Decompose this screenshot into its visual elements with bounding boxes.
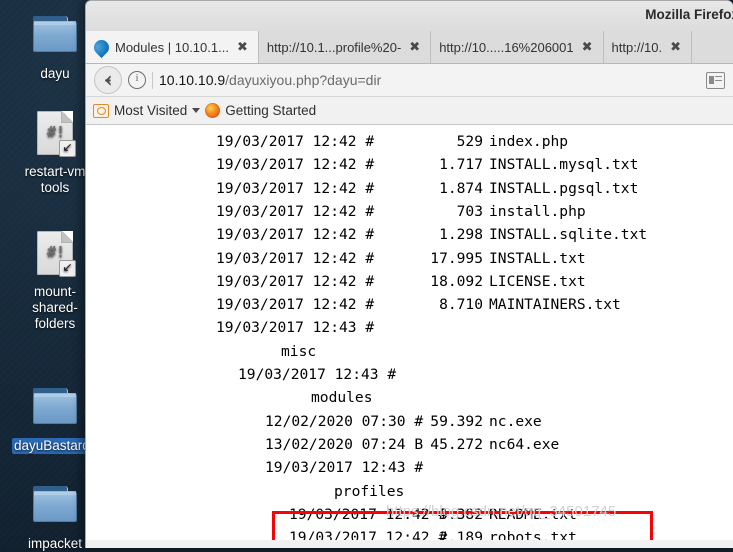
listing-timestamp-row: 19/03/2017 12:43 #	[216, 319, 375, 337]
file-name: nc.exe	[489, 412, 542, 430]
listing-timestamp-row: 19/03/2017 12:43 #	[238, 366, 397, 383]
file-size: 8.710	[439, 296, 483, 314]
file-size: 17.995	[430, 249, 483, 267]
tab-title: http://10.1...profile%20-	[266, 39, 402, 55]
file-name: install.php	[489, 202, 586, 220]
desktop-icon-label: impacket	[27, 536, 83, 551]
bookmark-folder-icon	[93, 103, 109, 118]
shell-script-icon: #! ↙	[29, 228, 81, 280]
desktop-icon-label: mount- shared- folders	[32, 284, 78, 331]
url-input[interactable]: 10.10.10.9/dayuxiyou.php?dayu=dir	[159, 72, 700, 88]
url-host: 10.10.10.9	[159, 72, 226, 88]
listing-directory-name: modules	[311, 389, 373, 407]
file-name: MAINTAINERS.txt	[489, 296, 621, 314]
watermark-text: https://blog.csdn.net/qq_34501745	[386, 503, 617, 520]
bookmark-most-visited[interactable]: Most Visited	[93, 103, 201, 118]
file-size: 59.392	[430, 412, 483, 430]
folder-icon	[29, 480, 81, 532]
firefox-icon	[205, 103, 221, 118]
file-name: INSTALL.sqlite.txt	[489, 226, 648, 244]
tab-close-icon[interactable]: ✖	[580, 39, 595, 55]
url-separator	[152, 71, 153, 89]
browser-tab-0[interactable]: Modules | 10.10.1... ✖	[86, 31, 259, 63]
file-name: nc64.exe	[489, 435, 560, 453]
bookmark-label: Most Visited	[114, 103, 188, 118]
file-size: 1.874	[439, 179, 483, 197]
file-size: 1.717	[439, 156, 483, 174]
url-path: /dayuxiyou.php?dayu=dir	[225, 72, 382, 88]
browser-tab-1[interactable]: http://10.1...profile%20- ✖	[259, 31, 432, 63]
back-arrow-icon	[104, 74, 111, 86]
tab-title: Modules | 10.10.1...	[115, 39, 229, 55]
file-size: 703	[456, 202, 483, 220]
back-button[interactable]	[94, 66, 122, 94]
window-title: Mozilla Firefox	[645, 7, 733, 22]
browser-tab-2[interactable]: http://10.....16%206001 ✖	[431, 31, 604, 63]
reader-mode-icon[interactable]	[706, 71, 725, 89]
desktop-icon-label: dayu	[40, 66, 70, 81]
desktop-icon-label: restart-vm tools	[24, 164, 86, 195]
listing-directory-name: misc	[281, 342, 317, 360]
chevron-down-icon[interactable]	[192, 108, 201, 113]
file-size: 18.092	[430, 272, 483, 290]
shell-script-icon: #! ↙	[29, 108, 81, 160]
file-name: LICENSE.txt	[489, 272, 586, 290]
firefox-window: Mozilla Firefox Modules | 10.10.1... ✖ htt…	[85, 0, 733, 548]
folder-icon	[29, 10, 81, 62]
page-content: 19/03/2017 12:42 #529 index.php 19/03/2017…	[86, 125, 733, 540]
tab-close-icon[interactable]: ✖	[407, 39, 422, 55]
file-name: index.php	[489, 133, 569, 150]
tab-close-icon[interactable]: ✖	[235, 39, 250, 55]
drupal-droplet-icon	[90, 36, 113, 58]
folder-icon	[29, 382, 81, 434]
file-name: INSTALL.txt	[489, 249, 586, 267]
bookmark-getting-started[interactable]: Getting Started	[205, 103, 316, 118]
file-size: 1.298	[439, 226, 483, 244]
bookmarks-toolbar: Most Visited Getting Started	[86, 97, 733, 125]
window-titlebar: Mozilla Firefox	[86, 1, 733, 31]
file-name: INSTALL.mysql.txt	[489, 156, 639, 174]
file-name: INSTALL.pgsql.txt	[489, 179, 639, 197]
listing-directory-name: profiles	[334, 482, 405, 500]
tab-title: http://10.....16%206001	[439, 39, 574, 55]
listing-timestamp-row: 19/03/2017 12:43 #	[265, 459, 424, 477]
file-size: 529	[456, 133, 483, 150]
tab-strip: Modules | 10.10.1... ✖ http://10.1...profi…	[86, 31, 733, 64]
tab-close-icon[interactable]: ✖	[668, 39, 683, 55]
file-size: 2.189	[439, 529, 483, 540]
bookmark-label: Getting Started	[225, 103, 317, 118]
file-size: 45.272	[430, 435, 483, 453]
navigation-toolbar: i 10.10.10.9/dayuxiyou.php?dayu=dir	[86, 64, 733, 97]
browser-tab-3[interactable]: http://10. ✖	[604, 31, 693, 63]
file-name: robots.txt	[489, 529, 577, 540]
tab-title: http://10.	[611, 39, 663, 55]
site-info-icon[interactable]: i	[128, 71, 146, 89]
